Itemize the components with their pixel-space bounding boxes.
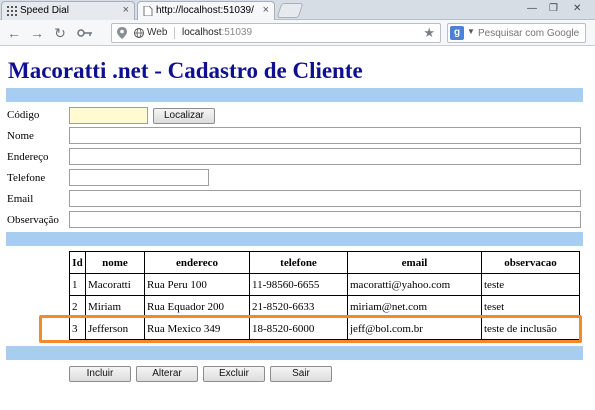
new-tab-button[interactable]: [276, 3, 304, 18]
location-pin-icon: [117, 27, 127, 39]
observacao-field[interactable]: [69, 211, 581, 228]
table-cell: 18-8520-6000: [249, 317, 348, 340]
search-input[interactable]: [478, 26, 583, 40]
tab-strip: Speed Dial × http://localhost:51039/ × —…: [0, 0, 595, 21]
tab-localhost[interactable]: http://localhost:51039/ ×: [137, 1, 275, 21]
address-divider: [174, 27, 175, 39]
table-row[interactable]: 3 Jefferson Rua Mexico 349 18-8520-6000 …: [69, 317, 580, 340]
table-cell: Miriam: [85, 295, 145, 318]
column-header-endereco[interactable]: endereco: [144, 251, 250, 274]
footer-band: [6, 346, 583, 360]
column-header-observacao[interactable]: observacao: [481, 251, 580, 274]
close-icon[interactable]: ×: [123, 4, 129, 16]
google-icon[interactable]: g: [450, 26, 464, 40]
column-header-telefone[interactable]: telefone: [249, 251, 348, 274]
excluir-button[interactable]: Excluir: [203, 366, 265, 382]
chevron-down-icon[interactable]: ▼: [467, 27, 475, 36]
alterar-button[interactable]: Alterar: [136, 366, 198, 382]
site-label: Web: [147, 27, 168, 38]
table-cell: 2: [69, 295, 86, 318]
endereco-field[interactable]: [69, 148, 581, 165]
incluir-button[interactable]: Incluir: [69, 366, 131, 382]
table-row[interactable]: 1 Macoratti Rua Peru 100 11-98560-6655 m…: [69, 273, 580, 296]
email-label: Email: [7, 193, 34, 205]
globe-icon: [134, 28, 144, 38]
nome-label: Nome: [7, 130, 34, 142]
tab-speed-dial[interactable]: Speed Dial ×: [1, 1, 135, 20]
table-cell: 21-8520-6633: [249, 295, 348, 318]
table-cell: 1: [69, 273, 86, 296]
endereco-label: Endereço: [7, 151, 49, 163]
sair-button[interactable]: Sair: [270, 366, 332, 382]
table-cell: Rua Equador 200: [144, 295, 250, 318]
table-cell: macoratti@yahoo.com: [347, 273, 482, 296]
table-cell: teset: [481, 295, 580, 318]
middle-band: [6, 232, 583, 246]
search-box[interactable]: g ▼: [447, 23, 586, 43]
header-band: [6, 88, 583, 102]
column-header-id[interactable]: Id: [69, 251, 86, 274]
observacao-label: Observação: [7, 214, 59, 226]
url-host: localhost: [182, 27, 222, 38]
codigo-field[interactable]: [69, 107, 148, 124]
speed-dial-icon: [7, 6, 17, 16]
table-cell: teste de inclusão: [481, 317, 580, 340]
address-bar[interactable]: Web localhost:51039 ★: [111, 23, 441, 43]
email-field[interactable]: [69, 190, 581, 207]
reload-icon[interactable]: ↻: [52, 25, 68, 41]
table-cell: Jefferson: [85, 317, 145, 340]
table-cell: Macoratti: [85, 273, 145, 296]
telefone-field[interactable]: [69, 169, 209, 186]
clients-table: Id nome endereco telefone email observac…: [69, 251, 580, 340]
back-icon[interactable]: ←: [6, 25, 22, 41]
localizar-button[interactable]: Localizar: [153, 108, 215, 124]
page-title: Macoratti .net - Cadastro de Cliente: [8, 58, 363, 83]
key-icon[interactable]: [77, 29, 93, 37]
tab-label: Speed Dial: [20, 5, 69, 16]
telefone-label: Telefone: [7, 172, 46, 184]
codigo-label: Código: [7, 109, 40, 121]
close-icon[interactable]: ×: [263, 4, 269, 16]
navigation-bar: ← → ↻ Web localhost:51039 ★ g ▼: [0, 20, 595, 46]
close-window-icon[interactable]: ✕: [573, 3, 581, 14]
column-header-nome[interactable]: nome: [85, 251, 145, 274]
table-cell: jeff@bol.com.br: [347, 317, 482, 340]
maximize-icon[interactable]: ❐: [549, 3, 558, 14]
url-port: :51039: [221, 27, 253, 38]
page-icon: [143, 6, 153, 16]
tab-label: http://localhost:51039/: [156, 5, 254, 16]
forward-icon[interactable]: →: [29, 25, 45, 41]
table-cell: Rua Peru 100: [144, 273, 250, 296]
table-cell: Rua Mexico 349: [144, 317, 250, 340]
table-cell: miriam@net.com: [347, 295, 482, 318]
table-cell: 11-98560-6655: [249, 273, 348, 296]
table-cell: teste: [481, 273, 580, 296]
table-header-row: Id nome endereco telefone email observac…: [69, 251, 580, 274]
table-cell: 3: [69, 317, 86, 340]
table-row[interactable]: 2 Miriam Rua Equador 200 21-8520-6633 mi…: [69, 295, 580, 318]
url-text: localhost:51039: [182, 27, 252, 38]
bookmark-star-icon[interactable]: ★: [423, 25, 435, 41]
nome-field[interactable]: [69, 127, 581, 144]
minimize-icon[interactable]: —: [527, 3, 537, 14]
column-header-email[interactable]: email: [347, 251, 482, 274]
window-controls: — ❐ ✕: [527, 3, 587, 15]
